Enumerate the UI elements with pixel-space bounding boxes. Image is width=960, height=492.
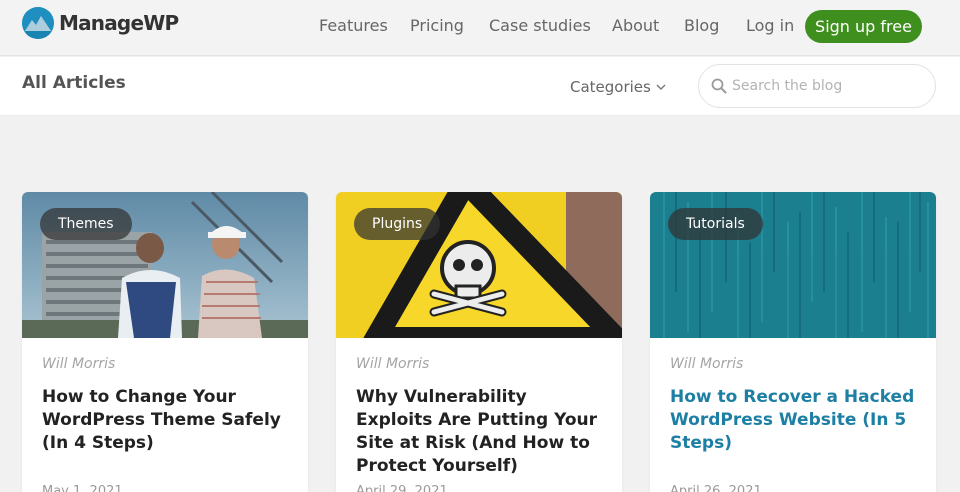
nav-link-pricing[interactable]: Pricing — [410, 16, 464, 35]
article-author[interactable]: Will Morris — [42, 356, 115, 372]
search-icon — [711, 78, 727, 94]
managewp-logo-icon — [22, 7, 54, 39]
top-navigation: ManageWP Features Pricing Case studies A… — [0, 0, 960, 56]
search-input[interactable] — [732, 75, 922, 97]
nav-link-features[interactable]: Features — [319, 16, 388, 35]
article-title[interactable]: How to Change Your WordPress Theme Safel… — [42, 386, 294, 455]
chevron-down-icon — [656, 84, 666, 90]
article-author[interactable]: Will Morris — [670, 356, 743, 372]
article-card[interactable]: Tutorials Will Morris How to Recover a H… — [650, 192, 936, 492]
nav-link-about[interactable]: About — [612, 16, 659, 35]
nav-link-case-studies[interactable]: Case studies — [489, 16, 591, 35]
article-title[interactable]: Why Vulnerability Exploits Are Putting Y… — [356, 386, 608, 478]
nav-link-blog[interactable]: Blog — [684, 16, 719, 35]
blog-subheader: All Articles Categories — [0, 57, 960, 116]
logo-text: ManageWP — [59, 11, 179, 35]
article-date: May 1, 2021 — [42, 484, 123, 492]
article-date: April 26, 2021 — [670, 484, 762, 492]
category-badge[interactable]: Plugins — [354, 208, 441, 240]
signup-button[interactable]: Sign up free — [805, 10, 922, 43]
logo[interactable]: ManageWP — [22, 7, 179, 39]
categories-label: Categories — [570, 78, 651, 96]
category-badge[interactable]: Themes — [40, 208, 132, 240]
article-image[interactable]: Plugins — [336, 192, 622, 338]
article-date: April 29, 2021 — [356, 484, 448, 492]
article-card[interactable]: Plugins Will Morris Why Vulnerability Ex… — [336, 192, 622, 492]
article-card[interactable]: Themes Will Morris How to Change Your Wo… — [22, 192, 308, 492]
page-title: All Articles — [22, 73, 126, 93]
article-title[interactable]: How to Recover a Hacked WordPress Websit… — [670, 386, 922, 455]
nav-link-login[interactable]: Log in — [746, 16, 794, 35]
article-image[interactable]: Tutorials — [650, 192, 936, 338]
category-badge[interactable]: Tutorials — [668, 208, 763, 240]
categories-dropdown[interactable]: Categories — [570, 78, 666, 96]
article-image[interactable]: Themes — [22, 192, 308, 338]
search-box[interactable] — [698, 64, 936, 108]
article-author[interactable]: Will Morris — [356, 356, 429, 372]
